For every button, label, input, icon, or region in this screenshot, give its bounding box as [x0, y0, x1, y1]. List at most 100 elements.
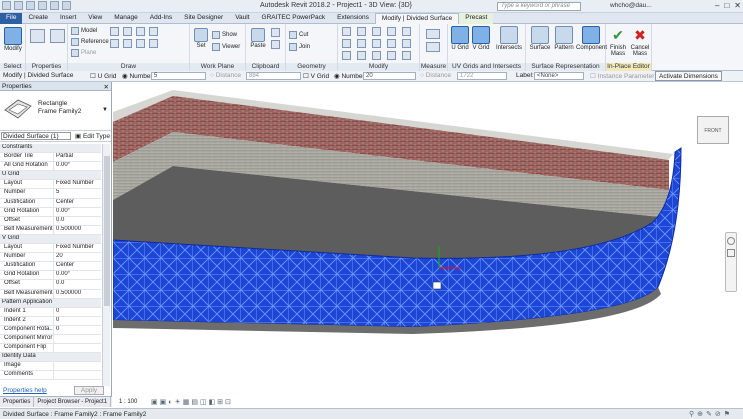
- component-button[interactable]: Component: [576, 26, 607, 51]
- property-value[interactable]: 0.500000: [54, 290, 101, 298]
- tab-project-browser[interactable]: Project Browser - Project1: [34, 397, 112, 407]
- property-value[interactable]: Partial: [54, 153, 101, 161]
- property-row[interactable]: Justification Center: [0, 262, 101, 272]
- type-selector[interactable]: Rectangle Frame Family2 ▼: [0, 91, 111, 131]
- properties-help-link[interactable]: Properties help: [3, 387, 47, 394]
- draw-tools[interactable]: [110, 27, 159, 48]
- v-grid-button[interactable]: V Grid: [471, 26, 491, 51]
- open-icon[interactable]: [14, 1, 23, 10]
- property-value[interactable]: Center: [54, 199, 101, 207]
- v-distance-radio[interactable]: ○ Distance: [420, 72, 451, 79]
- surface-button[interactable]: Surface: [528, 26, 552, 51]
- property-row[interactable]: Offset 0.0: [0, 216, 101, 226]
- instance-parameter-checkbox[interactable]: ☐ Instance Parameter: [590, 72, 654, 80]
- tab-view[interactable]: View: [82, 13, 108, 24]
- window-controls[interactable]: – □ ✕: [715, 1, 741, 10]
- v-number-input[interactable]: 20: [363, 72, 416, 80]
- property-row[interactable]: Number 5: [0, 189, 101, 199]
- property-value[interactable]: 0: [54, 308, 101, 316]
- properties-icons[interactable]: [30, 29, 66, 43]
- property-value[interactable]: 0: [54, 317, 101, 325]
- grid-lock-icon[interactable]: [432, 281, 442, 290]
- type-properties-icon[interactable]: [50, 29, 65, 43]
- property-row[interactable]: Offset 0.0: [0, 280, 101, 290]
- u-grid-checkbox[interactable]: ☐ U Grid: [90, 72, 116, 80]
- reference-button[interactable]: Reference: [71, 38, 109, 46]
- tab-modify-divided-surface[interactable]: Modify | Divided Surface: [374, 13, 460, 24]
- activate-dimensions-button[interactable]: Activate Dimensions: [655, 71, 722, 81]
- modify-button[interactable]: Modify: [2, 27, 24, 52]
- u-distance-input[interactable]: 884: [246, 72, 301, 80]
- edit-type-button[interactable]: ▣ Edit Type: [75, 132, 110, 140]
- property-row[interactable]: Component Rota... 0: [0, 325, 101, 335]
- type-dropdown-icon[interactable]: ▼: [102, 107, 108, 113]
- show-button[interactable]: Show: [212, 31, 237, 39]
- finish-mass-button[interactable]: ✔ Finish Mass: [608, 26, 628, 57]
- property-row[interactable]: Image: [0, 362, 101, 372]
- u-grid-button[interactable]: U Grid: [450, 26, 470, 51]
- 3d-viewport[interactable]: FRONT: [113, 82, 743, 396]
- property-row[interactable]: Number 20: [0, 253, 101, 263]
- view-scale[interactable]: 1 : 100: [119, 399, 137, 405]
- v-grid-checkbox[interactable]: ☐ V Grid: [303, 72, 329, 80]
- property-value[interactable]: Center: [54, 262, 101, 270]
- property-row[interactable]: All Grid Rotation 0.00°: [0, 162, 101, 172]
- cut-button[interactable]: Cut: [289, 31, 308, 39]
- properties-icon[interactable]: [30, 29, 45, 43]
- property-value[interactable]: [54, 344, 101, 352]
- measure-tools[interactable]: [426, 29, 440, 52]
- property-value[interactable]: 5: [54, 189, 101, 197]
- instance-selector[interactable]: Divided Surface (1): [1, 132, 71, 140]
- property-row[interactable]: Comments: [0, 371, 101, 381]
- property-value[interactable]: 0: [54, 326, 101, 334]
- property-value[interactable]: 0.500000: [54, 226, 101, 234]
- property-value[interactable]: 0.0: [54, 217, 101, 225]
- tab-graitec[interactable]: GRAITEC PowerPack: [256, 13, 332, 24]
- clipboard-tools[interactable]: [271, 28, 281, 49]
- property-value[interactable]: Fixed Number: [54, 180, 101, 188]
- search-input[interactable]: Type a keyword or phrase: [497, 2, 581, 11]
- property-row[interactable]: Grid Rotation 0.00°: [0, 207, 101, 217]
- property-value[interactable]: 0.00°: [54, 162, 101, 170]
- tab-properties[interactable]: Properties: [0, 397, 35, 407]
- plane-button[interactable]: Plane: [71, 49, 96, 57]
- join-button[interactable]: Join: [289, 43, 310, 51]
- paste-button[interactable]: Paste: [248, 28, 268, 49]
- property-row[interactable]: Component Flip: [0, 344, 101, 354]
- property-group[interactable]: V Grid: [0, 234, 101, 245]
- tab-add-ins[interactable]: Add-Ins: [144, 13, 178, 24]
- property-row[interactable]: Layout Fixed Number: [0, 180, 101, 190]
- property-value[interactable]: 0.00°: [54, 208, 101, 216]
- minimize-icon[interactable]: –: [715, 1, 719, 10]
- navigation-bar[interactable]: [725, 232, 737, 292]
- property-row[interactable]: Belt Measurement 0.500000: [0, 225, 101, 235]
- property-group[interactable]: U Grid: [0, 171, 101, 181]
- app-menu-icon[interactable]: [2, 1, 11, 10]
- property-value[interactable]: 20: [54, 253, 101, 261]
- property-value[interactable]: 0.0: [54, 280, 101, 288]
- viewcube[interactable]: FRONT: [697, 116, 729, 144]
- tab-extensions[interactable]: Extensions: [331, 13, 375, 24]
- property-group[interactable]: Pattern Application: [0, 298, 101, 308]
- close-icon[interactable]: ✕: [734, 1, 741, 10]
- view-control-icons[interactable]: ▣▣◐☀▦▤◫◧⊞⊡: [151, 398, 233, 406]
- viewer-button[interactable]: Viewer: [212, 43, 240, 51]
- tab-site-designer[interactable]: Site Designer: [178, 13, 229, 24]
- print-icon[interactable]: [62, 1, 71, 10]
- user-account[interactable]: whcho@dau...: [610, 2, 652, 9]
- redo-icon[interactable]: [50, 1, 59, 10]
- u-number-input[interactable]: 5: [151, 72, 206, 80]
- v-number-radio[interactable]: ◉ Number: [334, 72, 365, 80]
- property-row[interactable]: Component Mirror: [0, 334, 101, 345]
- properties-scrollbar[interactable]: [102, 144, 110, 386]
- tab-vault[interactable]: Vault: [229, 13, 255, 24]
- property-row[interactable]: Justification Center: [0, 198, 101, 208]
- tab-insert[interactable]: Insert: [54, 13, 82, 24]
- quick-access-toolbar[interactable]: [2, 1, 71, 10]
- steering-wheel-icon[interactable]: [727, 237, 735, 245]
- label-dropdown[interactable]: <None>: [534, 72, 584, 80]
- property-value[interactable]: Fixed Number: [54, 244, 101, 252]
- u-number-radio[interactable]: ◉ Number: [122, 72, 153, 80]
- tab-precast[interactable]: Precast: [459, 13, 494, 24]
- property-row[interactable]: Indent 20: [0, 316, 101, 326]
